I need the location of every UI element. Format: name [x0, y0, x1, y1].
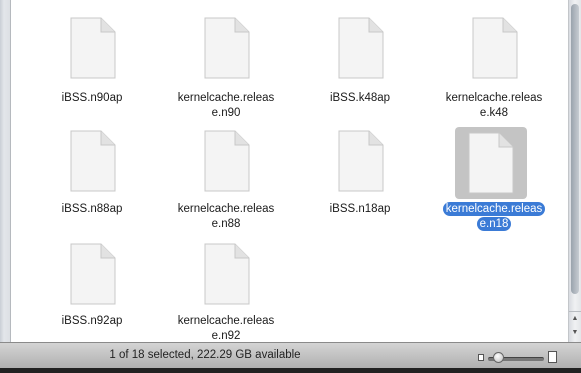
file-name: iBSS.k48ap — [329, 92, 391, 104]
document-icon — [455, 127, 527, 199]
file-name: kernelcache.releas e.n92 — [177, 315, 275, 342]
document-icon — [462, 14, 528, 82]
document-icon — [194, 14, 260, 82]
document-icon — [60, 14, 126, 82]
file-name: kernelcache.releas e.n90 — [177, 92, 275, 119]
large-icon-size-icon — [548, 351, 557, 363]
scroll-up-arrow-icon[interactable]: ▲ — [569, 312, 581, 326]
file-name: kernelcache.releas e.n18 — [429, 202, 559, 232]
file-name: iBSS.n88ap — [61, 203, 123, 215]
vertical-scrollbar[interactable]: ▲ ▼ — [568, 0, 581, 342]
icon-size-slider[interactable] — [478, 351, 558, 365]
document-icon — [328, 127, 394, 195]
document-icon — [60, 127, 126, 195]
document-icon — [60, 240, 126, 308]
file-icon-grid[interactable]: iBSS.n90ap kernelcache.releas e.n90 iBSS… — [11, 0, 568, 342]
document-icon — [194, 127, 260, 195]
file-name: iBSS.n90ap — [61, 92, 123, 104]
sidebar-edge — [0, 0, 11, 342]
scroll-arrows[interactable]: ▲ ▼ — [569, 311, 581, 342]
file-name: kernelcache.releas e.n88 — [177, 203, 275, 230]
document-icon — [328, 14, 394, 82]
scrollbar-thumb[interactable] — [571, 4, 579, 294]
status-text: 1 of 18 selected, 222.29 GB available — [109, 349, 301, 361]
slider-knob[interactable] — [492, 352, 504, 363]
file-name: kernelcache.releas e.k48 — [445, 92, 543, 119]
window-bottom-edge — [0, 368, 581, 373]
file-name: iBSS.n92ap — [61, 315, 123, 327]
small-icon-size-icon — [478, 354, 484, 361]
file-name: iBSS.n18ap — [329, 203, 391, 215]
document-icon — [194, 240, 260, 308]
scroll-down-arrow-icon[interactable]: ▼ — [569, 326, 581, 340]
